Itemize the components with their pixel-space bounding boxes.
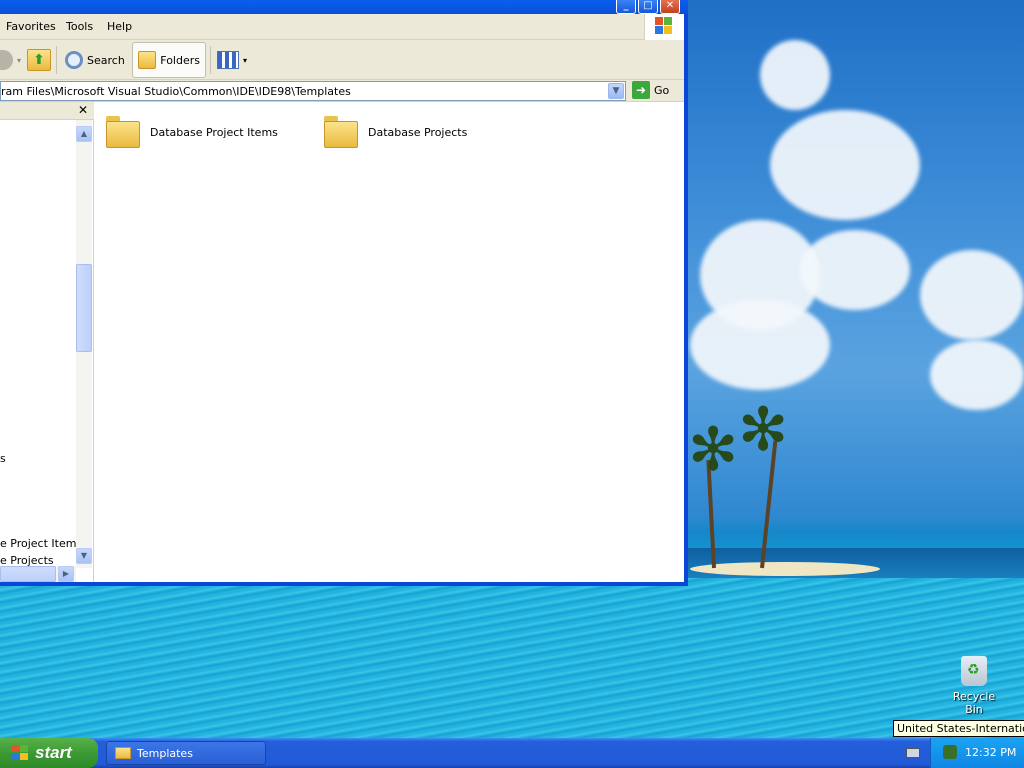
dropdown-icon: ▾: [17, 55, 22, 65]
folder-icon: [104, 114, 142, 150]
address-path: ram Files\Microsoft Visual Studio\Common…: [1, 85, 351, 98]
menu-tools[interactable]: Tools: [66, 20, 93, 33]
system-tray: 12:32 PM: [930, 738, 1024, 768]
taskbar-item-templates[interactable]: Templates: [106, 741, 266, 765]
taskbar: start Templates 12:32 PM: [0, 738, 1024, 768]
keyboard-icon[interactable]: [906, 748, 920, 758]
minimize-button[interactable]: _: [616, 0, 636, 14]
folder-label: Database Project Items: [150, 125, 278, 139]
sea: [0, 578, 1024, 738]
address-bar: ram Files\Microsoft Visual Studio\Common…: [0, 80, 684, 102]
windows-flag-icon: [10, 744, 30, 762]
toolbar-separator: [210, 46, 211, 74]
scroll-right-icon[interactable]: ▶: [58, 566, 74, 582]
close-button[interactable]: ✕: [660, 0, 680, 14]
title-bar[interactable]: _ □ ✕: [0, 0, 688, 14]
tree-item[interactable]: e Project Items: [0, 537, 82, 550]
go-button[interactable]: ➜ Go: [632, 81, 669, 99]
go-arrow-icon: ➜: [632, 81, 650, 99]
scroll-down-icon[interactable]: ▼: [76, 548, 92, 564]
folder-contents: Database Project Items Database Projects: [94, 102, 684, 582]
scroll-thumb[interactable]: [76, 264, 92, 352]
folders-icon: [138, 51, 157, 69]
forward-arrow-icon: [0, 50, 13, 70]
close-pane-icon[interactable]: ✕: [78, 103, 88, 117]
views-button[interactable]: ▾: [212, 42, 252, 78]
folder-label: Database Projects: [368, 125, 468, 139]
folders-button[interactable]: Folders: [132, 42, 206, 78]
views-icon: [217, 51, 239, 69]
folders-label: Folders: [160, 53, 200, 67]
palm-leaves: ✻: [738, 395, 789, 465]
cloud: [800, 230, 910, 310]
beach: [690, 562, 880, 576]
menu-help[interactable]: Help: [107, 20, 132, 33]
folders-pane-header: ✕: [0, 102, 94, 120]
dropdown-icon: ▾: [243, 55, 248, 65]
vertical-scrollbar[interactable]: ▲ ▼: [76, 120, 92, 568]
network-icon[interactable]: [943, 745, 957, 759]
taskbar-item-label: Templates: [137, 746, 193, 760]
start-label: start: [35, 743, 72, 762]
up-folder-icon: ⬆: [27, 49, 51, 71]
palm-leaves: ✻: [688, 415, 739, 485]
tree-item[interactable]: s: [0, 452, 6, 465]
toolbar-separator: [56, 46, 57, 74]
cloud: [760, 40, 830, 110]
horizontal-scrollbar[interactable]: ▶: [0, 566, 76, 582]
folder-icon: [322, 114, 360, 150]
up-folder-button[interactable]: ⬆: [22, 42, 56, 78]
cloud: [930, 340, 1024, 410]
toolbar: ▾ ⬆ Search Folders ▾: [0, 40, 684, 80]
windows-logo-icon: [644, 14, 684, 40]
cloud: [920, 250, 1024, 340]
cloud: [770, 110, 920, 220]
clock[interactable]: 12:32 PM: [965, 746, 1016, 759]
go-label: Go: [654, 83, 670, 97]
search-button[interactable]: Search: [60, 42, 130, 78]
recycle-bin-icon: [961, 656, 987, 686]
folder-item[interactable]: Database Projects: [322, 114, 467, 150]
menu-bar: Favorites Tools Help: [0, 14, 684, 40]
address-input[interactable]: ram Files\Microsoft Visual Studio\Common…: [0, 81, 626, 101]
recycle-bin-label: Recycle Bin: [952, 690, 996, 716]
explorer-window: _ □ ✕ Favorites Tools Help ▾ ⬆ Search Fo…: [0, 0, 688, 586]
start-button[interactable]: start: [0, 738, 98, 768]
menu-favorites[interactable]: Favorites: [6, 20, 56, 33]
language-tooltip: United States-International: [893, 720, 1024, 737]
folders-pane: ✕ s e Project Items e Projects ▲ ▼ ▶: [0, 102, 94, 582]
maximize-button[interactable]: □: [638, 0, 658, 14]
cloud: [690, 300, 830, 390]
folder-item[interactable]: Database Project Items: [104, 114, 278, 150]
search-label: Search: [87, 53, 125, 67]
scroll-up-icon[interactable]: ▲: [76, 126, 92, 142]
folder-icon: [115, 747, 131, 759]
address-dropdown-button[interactable]: ▼: [608, 83, 624, 99]
recycle-bin-shortcut[interactable]: Recycle Bin: [944, 656, 1004, 716]
hscroll-thumb[interactable]: [0, 566, 56, 582]
search-icon: [65, 51, 83, 69]
